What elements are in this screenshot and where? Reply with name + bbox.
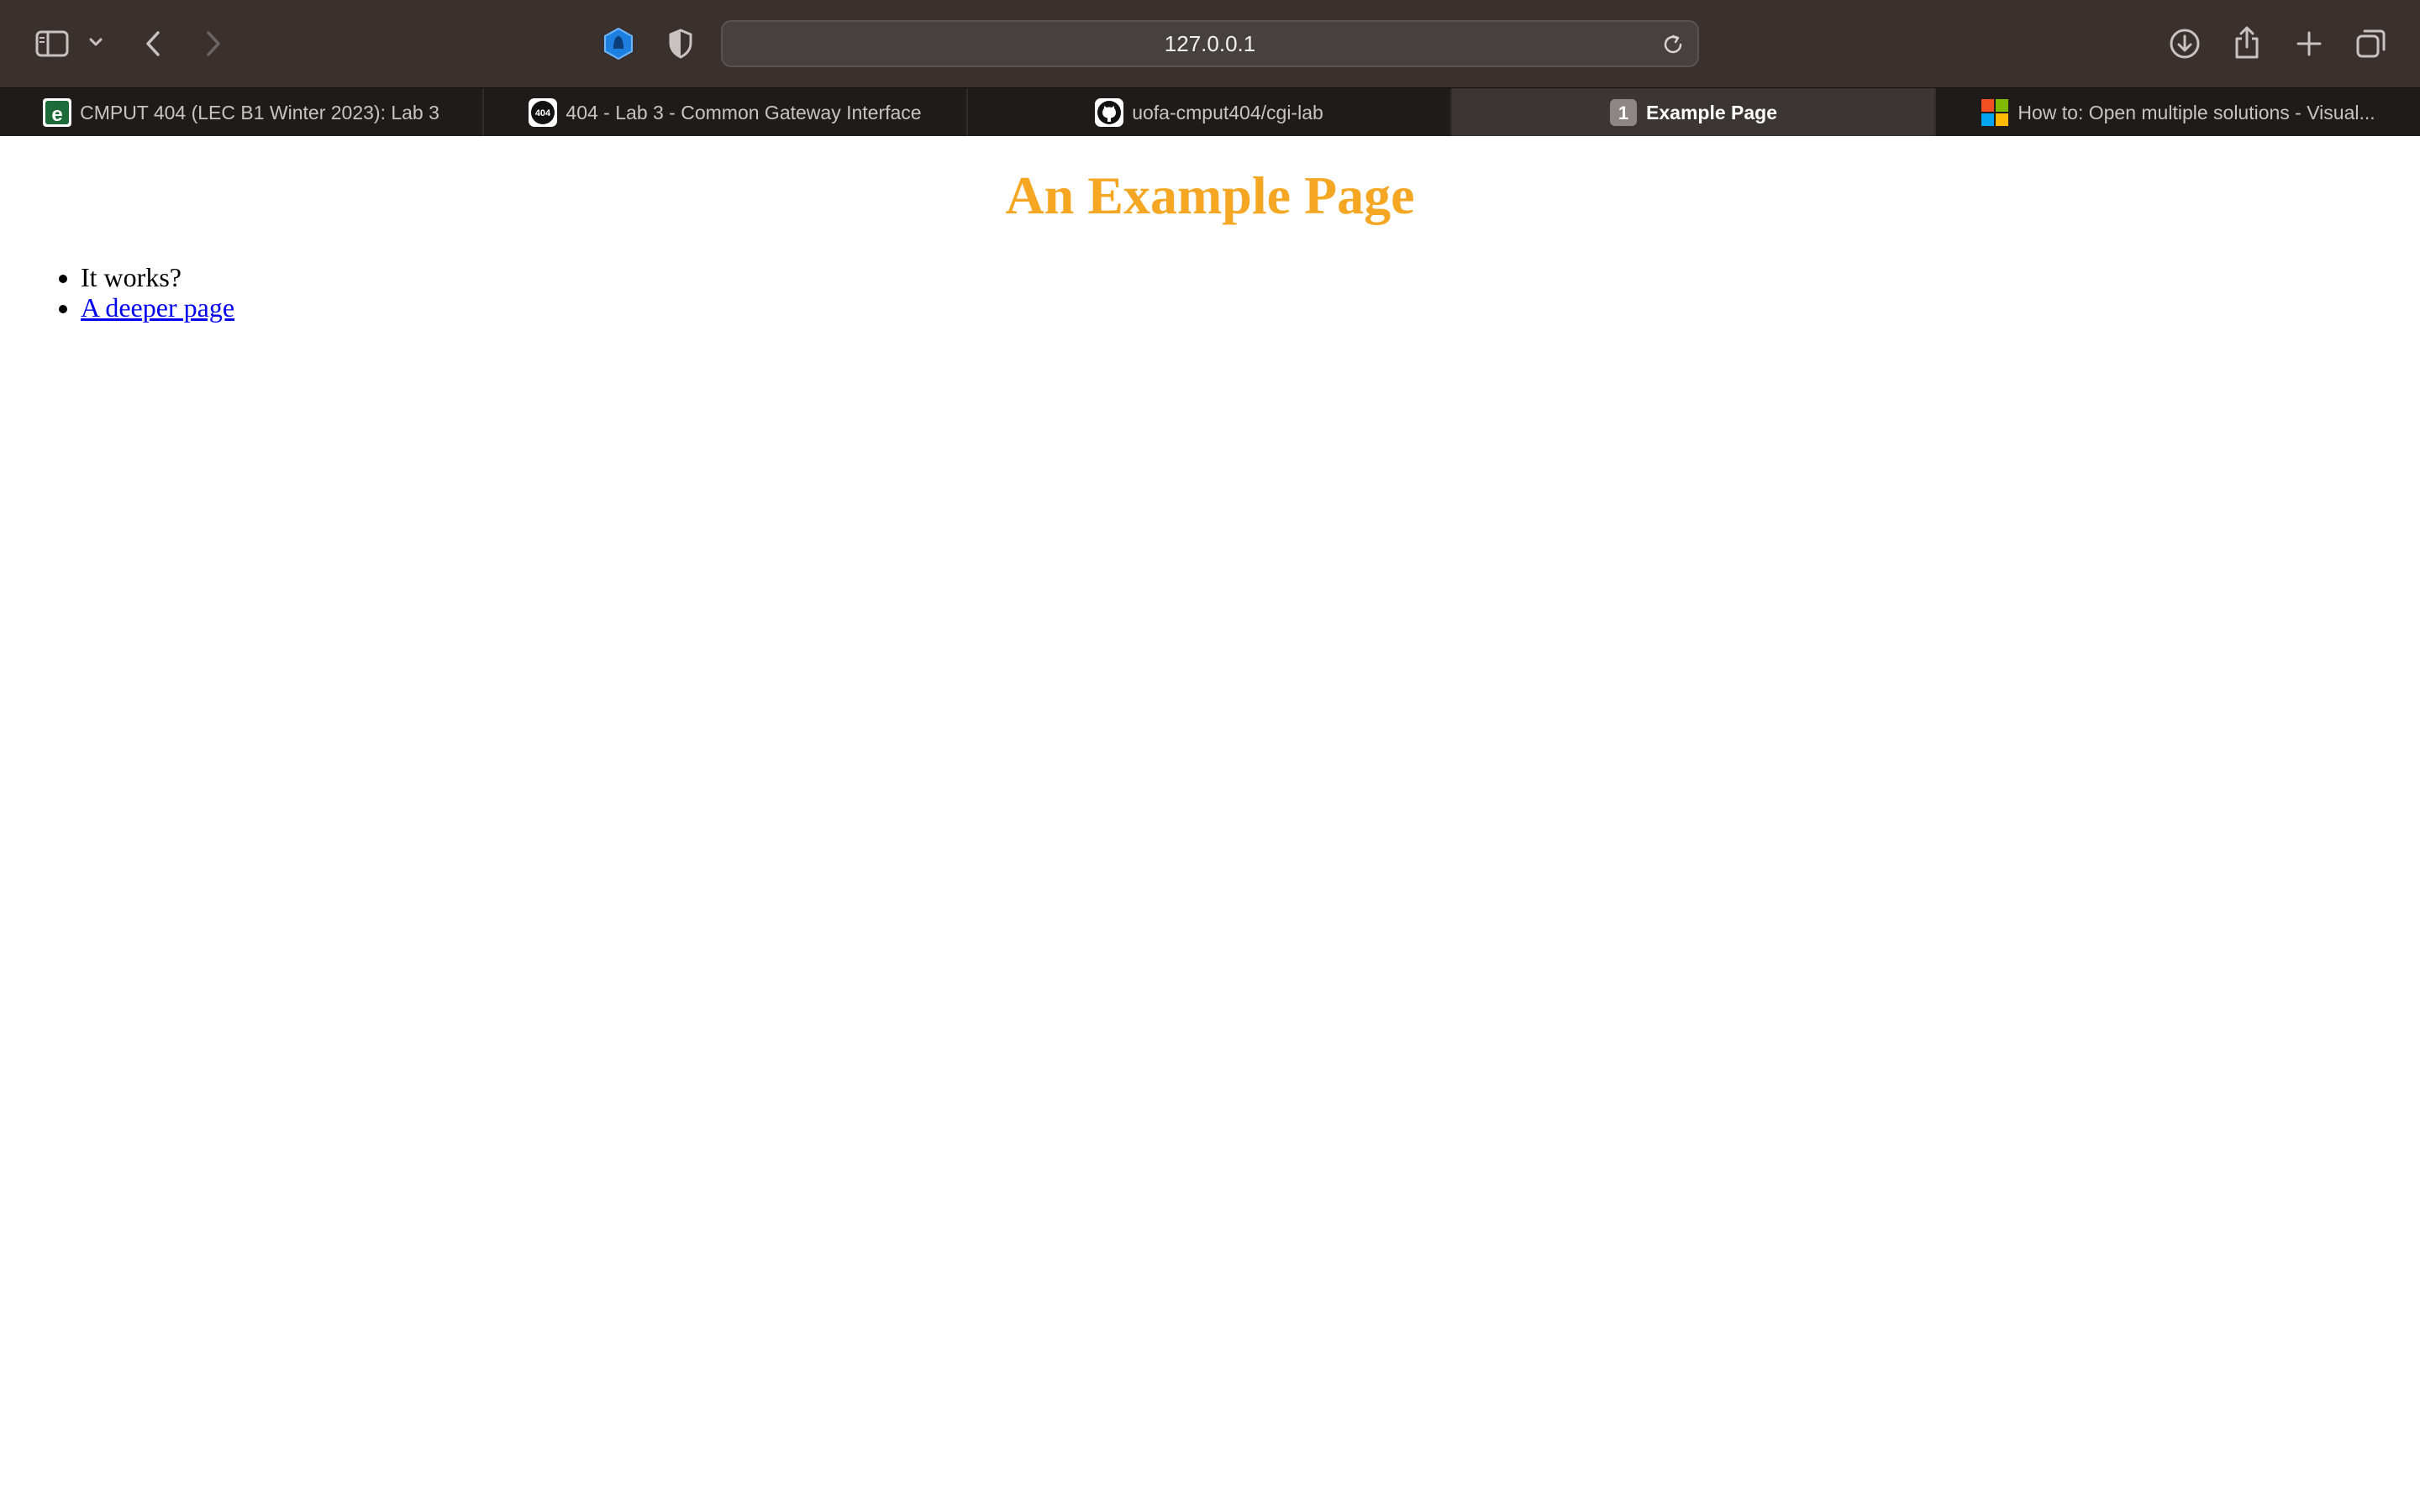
tab-bar: e CMPUT 404 (LEC B1 Winter 2023): Lab 3 …	[0, 87, 2420, 137]
list-item-text: It works?	[81, 262, 182, 292]
tab-example-page[interactable]: 1 Example Page	[1452, 88, 1936, 137]
tab-label: How to: Open multiple solutions - Visual…	[2018, 101, 2375, 123]
tab-label: uofa-cmput404/cgi-lab	[1132, 101, 1323, 123]
download-icon[interactable]	[2166, 25, 2203, 62]
page-title: An Example Page	[1005, 165, 1415, 225]
tab-overview-icon[interactable]	[2353, 25, 2390, 62]
share-icon[interactable]	[2230, 22, 2264, 64]
tab-404-lab-3-cgi[interactable]: 404 404 - Lab 3 - Common Gateway Interfa…	[484, 88, 968, 137]
deeper-page-link[interactable]: A deeper page	[81, 292, 234, 323]
github-icon	[1095, 98, 1124, 127]
tab-cmput-404-lab-3[interactable]: e CMPUT 404 (LEC B1 Winter 2023): Lab 3	[0, 88, 484, 137]
privacy-icon[interactable]	[600, 25, 637, 62]
list-item: It works?	[81, 262, 234, 292]
tab-count-badge: 1	[1609, 98, 1638, 127]
tab-how-to-open-multiple-solutions[interactable]: How to: Open multiple solutions - Visual…	[1936, 88, 2420, 137]
browser-toolbar: 127.0.0.1	[0, 0, 2420, 87]
address-bar[interactable]: 127.0.0.1	[721, 20, 1699, 67]
shield-icon[interactable]	[664, 27, 697, 60]
tab-label: Example Page	[1646, 101, 1777, 123]
list-item: A deeper page	[81, 292, 234, 323]
404-icon: 404	[529, 98, 558, 127]
chevron-down-icon[interactable]	[86, 32, 106, 52]
page-list: It works? A deeper page	[0, 262, 234, 323]
eclass-icon: e	[43, 98, 72, 127]
sidebar-icon[interactable]	[34, 27, 71, 60]
svg-text:e: e	[51, 103, 62, 126]
svg-text:1: 1	[1618, 102, 1628, 123]
tab-label: CMPUT 404 (LEC B1 Winter 2023): Lab 3	[80, 101, 439, 123]
reload-icon[interactable]	[1660, 32, 1686, 57]
microsoft-icon	[1981, 98, 2009, 127]
new-tab-icon[interactable]	[2292, 25, 2326, 62]
svg-text:404: 404	[535, 108, 551, 118]
page-content: An Example Page It works? A deeper page	[0, 136, 2420, 1512]
back-icon[interactable]	[139, 25, 166, 62]
url-text: 127.0.0.1	[1164, 30, 1256, 56]
forward-icon[interactable]	[200, 25, 227, 62]
tab-label: 404 - Lab 3 - Common Gateway Interface	[566, 101, 922, 123]
tab-github-cgi-lab[interactable]: uofa-cmput404/cgi-lab	[968, 88, 1452, 137]
